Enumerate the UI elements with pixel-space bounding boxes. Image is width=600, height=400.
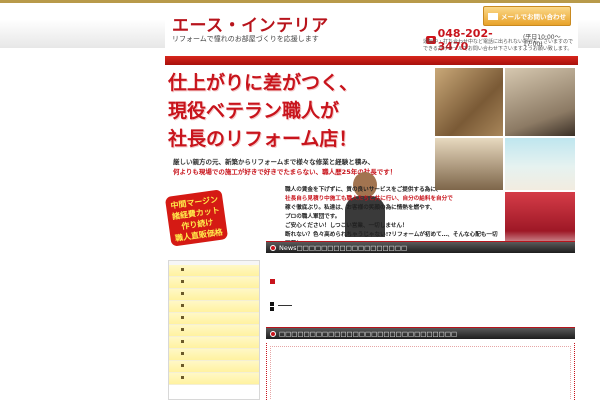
envelope-icon — [488, 12, 498, 20]
title-bullet-icon — [270, 244, 276, 251]
hero-sub-line: 何よりも現場での施工が好きで好きでたまらない、職人歴25年の社長です！ — [173, 168, 397, 176]
sidebar-item[interactable] — [169, 373, 259, 385]
sidebar-item[interactable] — [169, 361, 259, 373]
sidebar-item[interactable] — [169, 337, 259, 349]
interior-photo-room — [435, 138, 503, 190]
sidebar-item[interactable] — [169, 265, 259, 277]
site-logo[interactable]: エース・インテリア — [172, 11, 329, 36]
hero-headline-line: 現役ベテラン職人が — [168, 100, 340, 122]
section2-title-bar: □□□□□□□□□□□□□□□□□□□□□□□□□□□□□ — [266, 327, 575, 339]
interior-photo-kitchen — [505, 138, 575, 190]
section2-inner-frame — [270, 346, 571, 400]
news-link[interactable] — [278, 305, 292, 306]
mail-button-label: メールでお問い合わせ — [501, 13, 566, 21]
bullet-icon — [181, 364, 184, 367]
news-marker-icon — [270, 279, 275, 284]
hero-body-line: プロの職人軍団です。 — [285, 214, 341, 220]
page-container: エース・インテリア リフォームで憧れのお部屋づくりを応援します メールでお問い合… — [165, 3, 578, 400]
mail-contact-button[interactable]: メールでお問い合わせ — [483, 6, 571, 26]
bullet-icon — [181, 304, 184, 307]
bullet-icon — [181, 352, 184, 355]
hero-body-text: 職人の賃金を下げずに、質の良いサービスをご提供する為に、 社長自ら見積り中施工も… — [285, 186, 500, 249]
interior-photo-living — [435, 68, 503, 136]
news-list — [266, 253, 575, 325]
main-content: News□□□□□□□□□□□□□□□□□□ □□□□□□□□□□□□□□□□□… — [266, 241, 575, 400]
sidebar-item[interactable] — [169, 349, 259, 361]
hero-body-line: ご安心ください！しつこい営業、一切しません！ — [285, 223, 408, 229]
sidebar-item[interactable] — [169, 301, 259, 313]
hero-headline-line: 仕上がりに差がつく、 — [168, 72, 359, 94]
sidebar-item[interactable] — [169, 325, 259, 337]
bullet-icon — [181, 268, 184, 271]
site-tagline: リフォームで憧れのお部屋づくりを応援します — [172, 35, 319, 43]
direct-price-badge: 中間マージン 諸経費カット 作り続け 職人直販価格 — [165, 189, 229, 247]
bullet-icon — [181, 328, 184, 331]
interior-photo-dining — [505, 68, 575, 136]
sidebar-item[interactable] — [169, 289, 259, 301]
bullet-icon — [181, 292, 184, 295]
hero-banner: 仕上がりに差がつく、 現役ベテラン職人が 社長のリフォーム店！ 厳しい親方の元、… — [165, 65, 578, 252]
sidebar-menu — [168, 260, 260, 400]
news-bullet-icon — [270, 307, 274, 311]
bullet-icon — [181, 376, 184, 379]
sidebar-item[interactable] — [169, 277, 259, 289]
section2-title: □□□□□□□□□□□□□□□□□□□□□□□□□□□□□ — [279, 329, 458, 338]
bullet-icon — [181, 316, 184, 319]
hero-body-line: 職人の賃金を下げずに、質の良いサービスをご提供する為に、 — [285, 187, 442, 193]
hero-body-line: 稼ぐ徹底ぶり。私達は、お客様の笑顔の為に情熱を燃やす、 — [285, 205, 436, 211]
hero-body-line: 社長自ら見積り中施工も職人たちと共に行い、自分の給料を自分で — [285, 196, 453, 202]
sidebar-item[interactable] — [169, 313, 259, 325]
section2-box — [266, 343, 575, 400]
contact-note: 運転中・打ち合わせ中など電話に出られない場合もございますのでできるだけメールでお… — [423, 39, 574, 52]
bullet-icon — [181, 340, 184, 343]
title-bullet-icon — [270, 330, 276, 337]
news-title: News□□□□□□□□□□□□□□□□□□ — [279, 243, 408, 252]
hero-subtext: 厳しい親方の元、新築からリフォームまで様々な修業と経験と積み、 何よりも現場での… — [173, 157, 428, 177]
hero-headline: 仕上がりに差がつく、 現役ベテラン職人が 社長のリフォーム店！ — [168, 69, 433, 153]
hero-sub-line: 厳しい親方の元、新築からリフォームまで様々な修業と経験と積み、 — [173, 158, 375, 166]
news-bullet-icon — [270, 302, 274, 306]
hero-headline-line: 社長のリフォーム店！ — [168, 128, 358, 150]
global-nav-bar — [165, 56, 578, 65]
news-title-bar: News□□□□□□□□□□□□□□□□□□ — [266, 241, 575, 253]
bullet-icon — [181, 280, 184, 283]
